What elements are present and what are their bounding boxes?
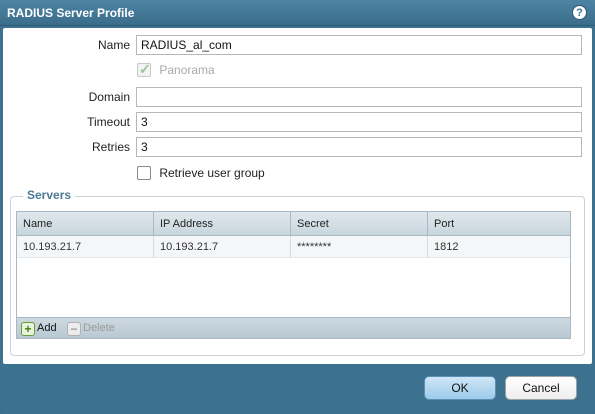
timeout-label: Timeout (87, 115, 130, 129)
table-row[interactable]: 10.193.21.7 10.193.21.7 ******** 1812 (17, 236, 570, 258)
radius-server-profile-dialog: RADIUS Server Profile ? Name RADIUS_al_c… (0, 0, 595, 414)
dialog-title: RADIUS Server Profile (7, 6, 135, 20)
name-field[interactable]: RADIUS_al_com (136, 35, 582, 55)
help-icon[interactable]: ? (572, 5, 587, 20)
domain-label: Domain (88, 90, 130, 104)
retries-field[interactable]: 3 (136, 137, 582, 157)
delete-button[interactable]: − Delete (67, 321, 115, 336)
panorama-checkbox[interactable]: ✓ (137, 60, 151, 77)
timeout-field[interactable]: 3 (136, 112, 582, 132)
column-header-secret[interactable]: Secret (291, 212, 428, 236)
add-button[interactable]: + Add (21, 321, 57, 336)
domain-field[interactable] (136, 87, 582, 107)
cell-port[interactable]: 1812 (428, 236, 570, 258)
add-label: Add (37, 322, 57, 334)
retrieve-group-row: Retrieve user group (137, 165, 265, 181)
add-icon: + (21, 321, 35, 336)
cell-ip-address[interactable]: 10.193.21.7 (154, 236, 291, 258)
cancel-button[interactable]: Cancel (505, 376, 577, 400)
dialog-body: Name RADIUS_al_com ✓ Panorama Domain Tim… (3, 28, 592, 364)
retrieve-user-group-checkbox[interactable] (137, 165, 151, 180)
title-bar: RADIUS Server Profile ? (0, 0, 595, 26)
retrieve-user-group-label: Retrieve user group (159, 165, 265, 180)
table-header: Name IP Address Secret Port (17, 212, 570, 236)
panorama-row: ✓ Panorama (137, 60, 215, 78)
delete-icon: − (67, 321, 81, 336)
ok-button[interactable]: OK (424, 376, 496, 400)
cell-secret[interactable]: ******** (291, 236, 428, 258)
panorama-label: Panorama (159, 62, 215, 77)
column-header-port[interactable]: Port (428, 212, 570, 236)
cell-name[interactable]: 10.193.21.7 (17, 236, 154, 258)
name-label: Name (97, 38, 130, 52)
servers-legend: Servers (23, 188, 76, 202)
delete-label: Delete (83, 322, 115, 334)
check-icon: ✓ (139, 60, 151, 77)
column-header-ip-address[interactable]: IP Address (154, 212, 291, 236)
servers-table: Name IP Address Secret Port 10.193.21.7 … (16, 211, 571, 339)
column-header-name[interactable]: Name (17, 212, 154, 236)
retries-label: Retries (91, 140, 130, 154)
table-toolbar: + Add − Delete (17, 317, 570, 338)
